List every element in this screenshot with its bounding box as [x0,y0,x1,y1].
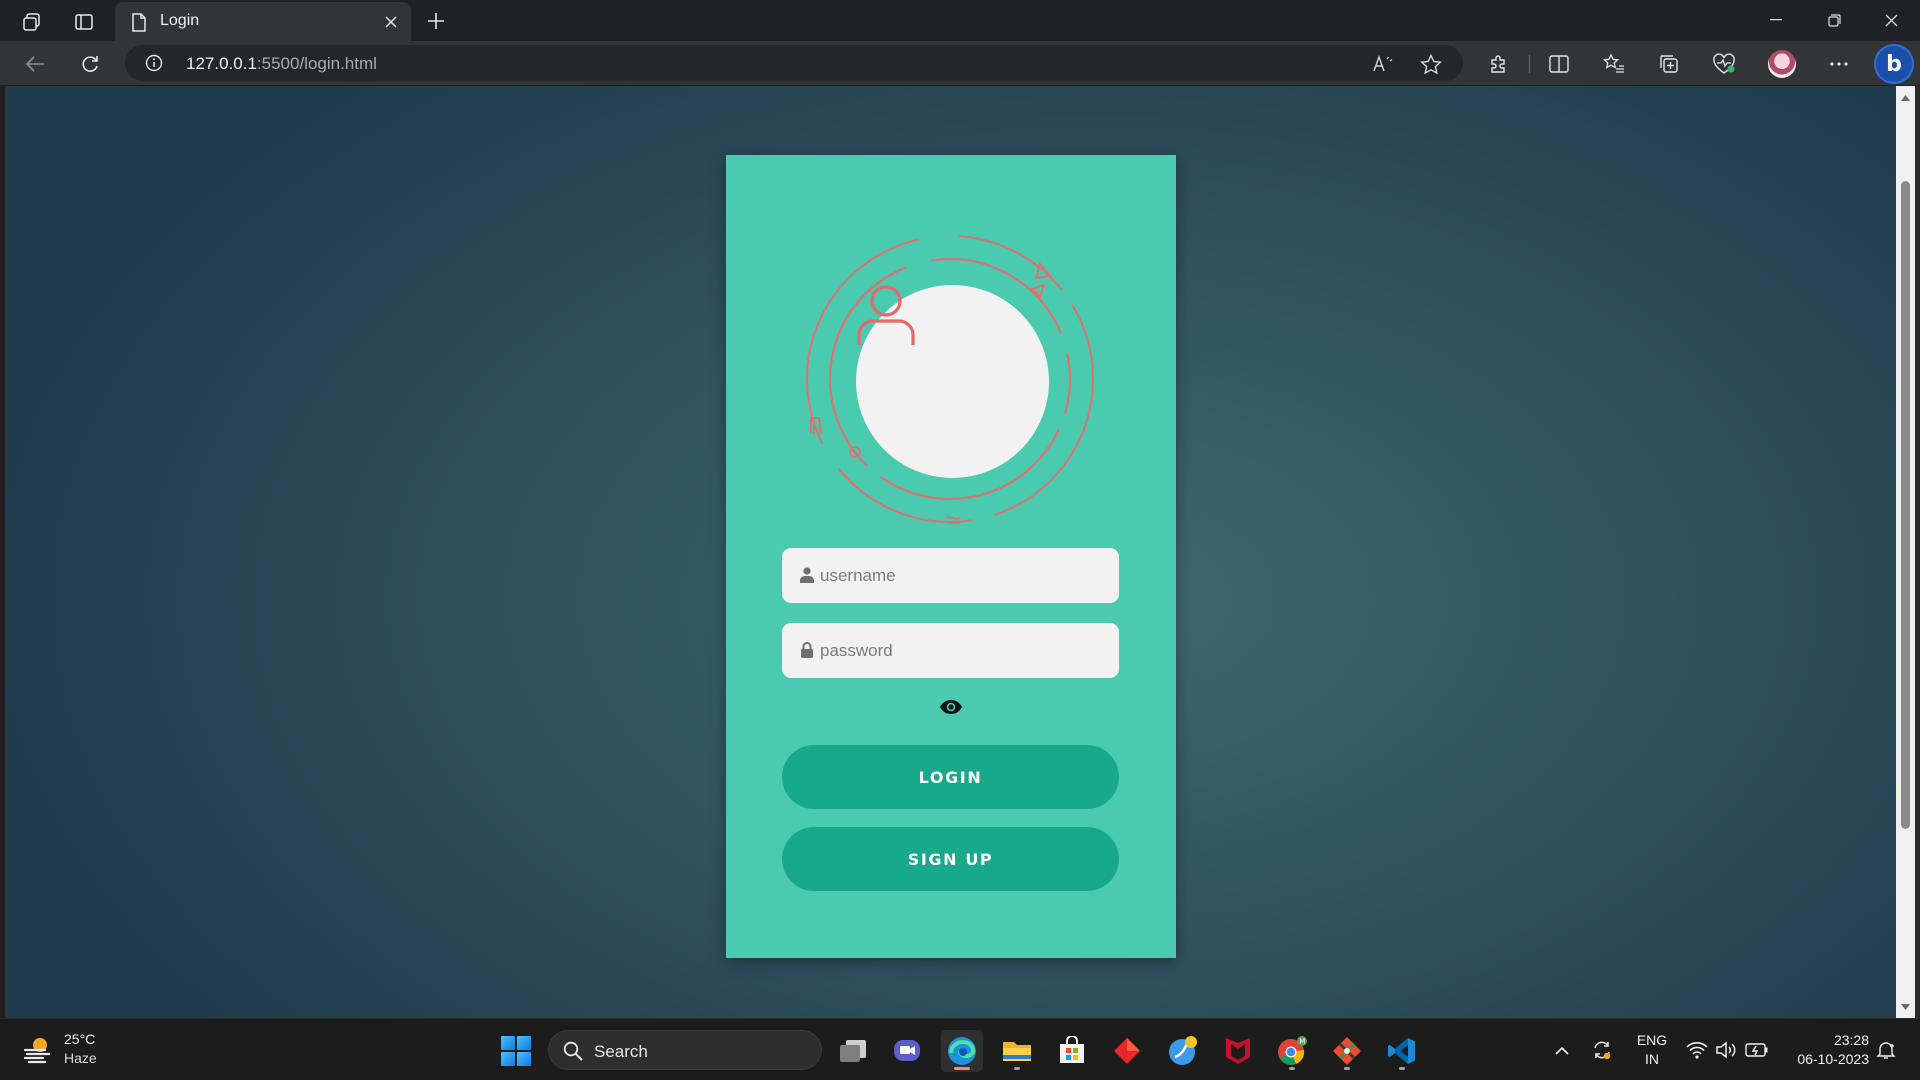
window-edge [1915,86,1920,1018]
bing-copilot-icon[interactable]: b [1876,46,1912,82]
url-text: 127.0.0.1:5500/login.html [186,54,377,74]
user-icon [800,567,814,583]
search-label: Search [594,1042,648,1061]
tab-title: Login [160,12,200,29]
close-tab-icon[interactable] [379,10,403,34]
input-language[interactable]: ENG IN [1632,1031,1672,1069]
wifi-icon[interactable] [1685,1019,1709,1080]
avatar [856,285,1049,478]
language-code: ENG [1636,1032,1668,1048]
search-icon [563,1041,583,1061]
read-aloud-icon[interactable] [1369,50,1397,78]
tab-login[interactable]: Login [115,2,411,41]
region-code: IN [1645,1051,1659,1067]
show-password-icon[interactable] [939,698,963,716]
restore-icon[interactable] [1805,0,1863,40]
teams-chat-icon[interactable] [886,1030,928,1072]
haze-weather-icon[interactable] [22,1033,54,1065]
edge-icon[interactable] [941,1030,983,1072]
password-input[interactable] [820,623,1110,678]
blue-swirl-app-icon[interactable] [1162,1030,1204,1072]
more-options-icon[interactable] [1824,49,1854,79]
weather-temperature: 25°C [64,1031,96,1047]
username-input[interactable] [820,548,1110,603]
running-indicator [1014,1067,1020,1070]
clock-date: 06-10-2023 [1797,1051,1869,1067]
system-clock[interactable]: 23:28 06-10-2023 [1781,1031,1869,1069]
active-indicator [954,1067,970,1070]
back-icon[interactable] [19,48,51,80]
login-button[interactable]: LOGIN [782,745,1119,809]
workspaces-icon[interactable] [18,8,46,36]
collections-icon[interactable] [1654,49,1684,79]
scroll-thumb[interactable] [1901,181,1910,829]
toolbar-divider [1529,55,1530,73]
git-gui-icon[interactable] [1326,1030,1368,1072]
login-card: LOGIN SIGN UP [726,155,1176,958]
url-host: 127.0.0.1 [186,54,257,73]
page-scrollbar[interactable] [1896,86,1915,1018]
browser-essentials-icon[interactable] [1709,49,1739,79]
task-view-icon[interactable] [832,1030,874,1072]
favorite-star-icon[interactable] [1417,50,1445,78]
red-diamond-app-icon[interactable] [1106,1030,1148,1072]
clock-time: 23:28 [1833,1032,1869,1048]
show-hidden-icons-icon[interactable] [1551,1019,1573,1080]
refresh-icon[interactable] [74,48,106,80]
lock-icon [801,642,813,658]
new-tab-icon[interactable] [421,6,451,36]
volume-icon[interactable] [1714,1019,1738,1080]
close-window-icon[interactable] [1862,0,1920,40]
minimize-icon[interactable] [1747,0,1805,40]
start-menu-icon[interactable] [501,1036,531,1066]
running-indicator [1344,1067,1350,1070]
address-bar[interactable]: 127.0.0.1:5500/login.html [125,45,1463,81]
browser-titlebar: Login [0,0,1920,41]
notifications-icon[interactable] [1874,1019,1898,1080]
site-info-icon[interactable] [145,54,163,72]
url-path: :5500/login.html [256,54,377,73]
split-screen-icon[interactable] [1544,49,1574,79]
chrome-icon[interactable]: M [1271,1030,1313,1072]
page-icon [129,12,149,32]
running-indicator [1289,1067,1295,1070]
profile-avatar[interactable] [1768,50,1796,78]
mcafee-icon[interactable] [1217,1030,1259,1072]
username-field[interactable] [782,548,1119,603]
scroll-up-icon[interactable] [1899,91,1912,104]
vscode-icon[interactable] [1381,1030,1423,1072]
file-explorer-icon[interactable] [996,1030,1038,1072]
password-field[interactable] [782,623,1119,678]
weather-description: Haze [64,1050,97,1066]
user-icon [857,285,915,345]
browser-toolbar: 127.0.0.1:5500/login.html b [0,41,1920,85]
extensions-icon[interactable] [1484,49,1514,79]
favorites-icon[interactable] [1599,49,1629,79]
microsoft-store-icon[interactable] [1051,1030,1093,1072]
running-indicator [1399,1067,1405,1070]
taskbar: 25°C Haze Search M ENG IN 23:28 06-10-20… [0,1018,1920,1080]
scroll-down-icon[interactable] [1899,1000,1912,1013]
svg-text:M: M [1299,1038,1305,1046]
battery-icon[interactable] [1744,1019,1770,1080]
tab-actions-icon[interactable] [70,8,98,36]
signup-button[interactable]: SIGN UP [782,827,1119,891]
taskbar-search[interactable]: Search [548,1030,822,1070]
avatar-graphic [805,234,1095,524]
sync-icon[interactable] [1589,1019,1615,1080]
